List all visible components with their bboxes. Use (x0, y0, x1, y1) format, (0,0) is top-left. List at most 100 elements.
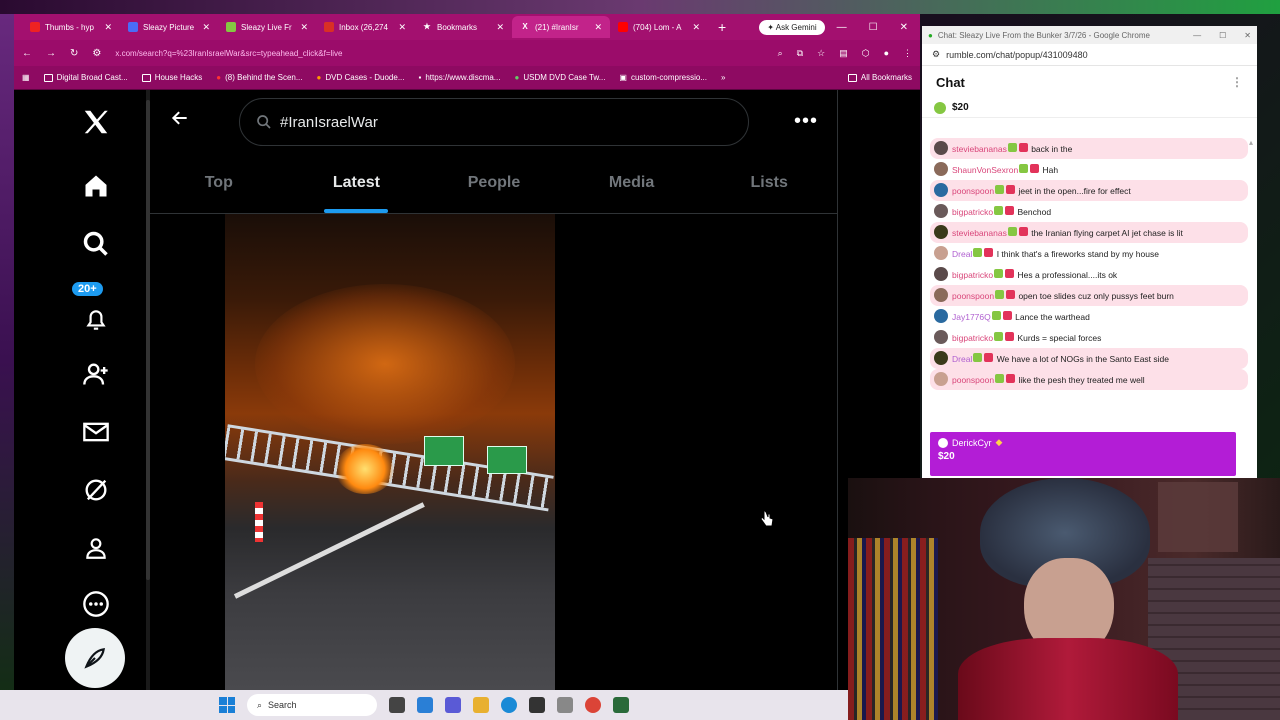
chat-username[interactable]: poonspoon (952, 375, 994, 385)
tab-top[interactable]: Top (150, 152, 288, 213)
chat-username[interactable]: steviebananas (952, 144, 1007, 154)
store-icon[interactable] (529, 697, 545, 713)
bookmark-star-icon[interactable]: ☆ (817, 48, 825, 59)
more-options-icon[interactable] (78, 586, 114, 622)
profile-avatar-icon[interactable]: ● (884, 48, 889, 59)
close-window-icon[interactable]: ✕ (1244, 31, 1251, 40)
pinned-rant-bar[interactable]: $20 (922, 98, 1257, 118)
user-avatar-icon[interactable] (934, 162, 948, 176)
chat-username[interactable]: bigpatricko (952, 333, 993, 343)
task-view-icon[interactable] (389, 697, 405, 713)
user-avatar-icon[interactable] (934, 225, 948, 239)
close-window-icon[interactable]: ✕ (900, 22, 908, 33)
explore-search-icon[interactable] (78, 226, 114, 262)
tab-media[interactable]: Media (563, 152, 701, 213)
bookmark-item[interactable]: ● USDM DVD Case Tw... (514, 73, 605, 82)
more-menu-icon[interactable]: ••• (794, 110, 818, 133)
chat-message[interactable]: poonspoon open toe slides cuz only pussy… (930, 285, 1248, 306)
bookmark-item[interactable]: ▣ custom-compressio... (619, 73, 707, 82)
bookmark-item[interactable]: ▪ https://www.discma... (419, 73, 501, 82)
bookmark-item[interactable]: ● (8) Behind the Scen... (216, 73, 302, 82)
chat-message[interactable]: Jay1776Q Lance the warthead (930, 306, 1248, 327)
close-tab-icon[interactable]: ✕ (398, 22, 406, 33)
chat-message[interactable]: ShaunVonSexron Hah (930, 159, 1248, 180)
grok-icon[interactable] (78, 472, 114, 508)
back-arrow-icon[interactable] (170, 108, 190, 133)
minimize-icon[interactable]: — (1193, 31, 1201, 40)
browser-tab-2[interactable]: Sleazy Live Fr ✕ (218, 16, 316, 38)
x-logo-icon[interactable] (78, 104, 114, 140)
close-tab-icon[interactable]: ✕ (496, 22, 504, 33)
file-explorer-icon[interactable] (473, 697, 489, 713)
post-video[interactable] (225, 214, 555, 690)
new-tab-button[interactable]: + (708, 19, 736, 35)
bookmark-item[interactable]: ● DVD Cases - Duode... (317, 73, 405, 82)
chat-message[interactable]: steviebananas back in the (930, 138, 1248, 159)
install-app-icon[interactable]: ⧉ (797, 48, 803, 59)
user-avatar-icon[interactable] (934, 204, 948, 218)
user-avatar-icon[interactable] (934, 183, 948, 197)
chat-menu-icon[interactable]: ⋮ (1231, 75, 1243, 89)
chat-message[interactable]: Dreal I think that's a fireworks stand b… (930, 243, 1248, 264)
chrome-icon[interactable] (585, 697, 601, 713)
close-tab-icon[interactable]: ✕ (692, 22, 700, 33)
bookmark-item[interactable]: Digital Broad Cast... (43, 73, 128, 82)
home-icon[interactable] (78, 168, 114, 204)
chat-username[interactable]: Dreal (952, 354, 972, 364)
teams-icon[interactable] (445, 697, 461, 713)
user-avatar-icon[interactable] (934, 267, 948, 281)
apps-grid-icon[interactable]: ▦ (22, 73, 30, 82)
chat-username[interactable]: steviebananas (952, 228, 1007, 238)
user-avatar-icon[interactable] (934, 288, 948, 302)
chat-username[interactable]: bigpatricko (952, 207, 993, 217)
browser-tab-3[interactable]: Inbox (26,274 ✕ (316, 16, 414, 38)
close-tab-icon[interactable]: ✕ (104, 22, 112, 33)
chat-message[interactable]: bigpatricko Benchod (930, 201, 1248, 222)
tab-lists[interactable]: Lists (700, 152, 838, 213)
browser-tab-6[interactable]: (704) Lom - A ✕ (610, 16, 708, 38)
bookmarks-overflow-icon[interactable]: » (721, 73, 725, 82)
back-arrow-icon[interactable]: ← (22, 48, 32, 59)
notifications-bell-icon[interactable] (78, 302, 114, 338)
chat-username[interactable]: poonspoon (952, 186, 994, 196)
url-field[interactable]: x.com/search?q=%23IranIsraelWar&src=type… (115, 49, 763, 58)
profile-icon[interactable] (78, 530, 114, 566)
chat-username[interactable]: Jay1776Q (952, 312, 991, 322)
copilot-icon[interactable] (417, 697, 433, 713)
messages-mail-icon[interactable] (78, 414, 114, 450)
close-tab-icon[interactable]: ✕ (202, 22, 210, 33)
user-avatar-icon[interactable] (934, 309, 948, 323)
browser-tab-0[interactable]: Thumbs - hyp ✕ (22, 16, 120, 38)
chat-message[interactable]: poonspoon jeet in the open...fire for ef… (930, 180, 1248, 201)
chat-scrollbar[interactable] (1249, 138, 1255, 428)
user-avatar-icon[interactable] (934, 351, 948, 365)
zoom-icon[interactable]: ⌕ (778, 48, 783, 59)
taskbar-search[interactable]: ⌕ Search (247, 694, 377, 716)
maximize-icon[interactable]: ☐ (1219, 31, 1226, 40)
site-info-icon[interactable]: ⚙ (92, 48, 101, 59)
menu-kebab-icon[interactable]: ⋮ (903, 48, 912, 59)
chat-message[interactable]: bigpatricko Kurds = special forces (930, 327, 1248, 348)
browser-tab-5[interactable]: X (21) #IranIsr ✕ (512, 16, 610, 38)
user-avatar-icon[interactable] (934, 141, 948, 155)
tab-latest[interactable]: Latest (288, 152, 426, 213)
chat-username[interactable]: bigpatricko (952, 270, 993, 280)
chat-message[interactable]: bigpatricko Hes a professional....its ok (930, 264, 1248, 285)
user-avatar-icon[interactable] (934, 246, 948, 260)
site-info-icon[interactable]: ⚙ (932, 49, 940, 60)
chat-message[interactable]: poonspoon like the pesh they treated me … (930, 369, 1248, 390)
chat-url[interactable]: rumble.com/chat/popup/431009480 (946, 50, 1088, 60)
side-panel-icon[interactable]: ▤ (839, 48, 848, 59)
user-avatar-icon[interactable] (934, 372, 948, 386)
bookmark-item[interactable]: House Hacks (141, 73, 202, 82)
rant-message[interactable]: DerickCyr ◆ $20 (930, 432, 1236, 476)
ask-gemini-button[interactable]: ✦ Ask Gemini (759, 19, 825, 35)
browser-tab-1[interactable]: Sleazy Picture ✕ (120, 16, 218, 38)
close-tab-icon[interactable]: ✕ (594, 22, 602, 33)
forward-arrow-icon[interactable]: → (46, 48, 56, 59)
tab-people[interactable]: People (425, 152, 563, 213)
edge-icon[interactable] (501, 697, 517, 713)
chat-username[interactable]: Dreal (952, 249, 972, 259)
reload-icon[interactable]: ↻ (70, 48, 78, 59)
browser-tab-4[interactable]: ★ Bookmarks ✕ (414, 16, 512, 38)
